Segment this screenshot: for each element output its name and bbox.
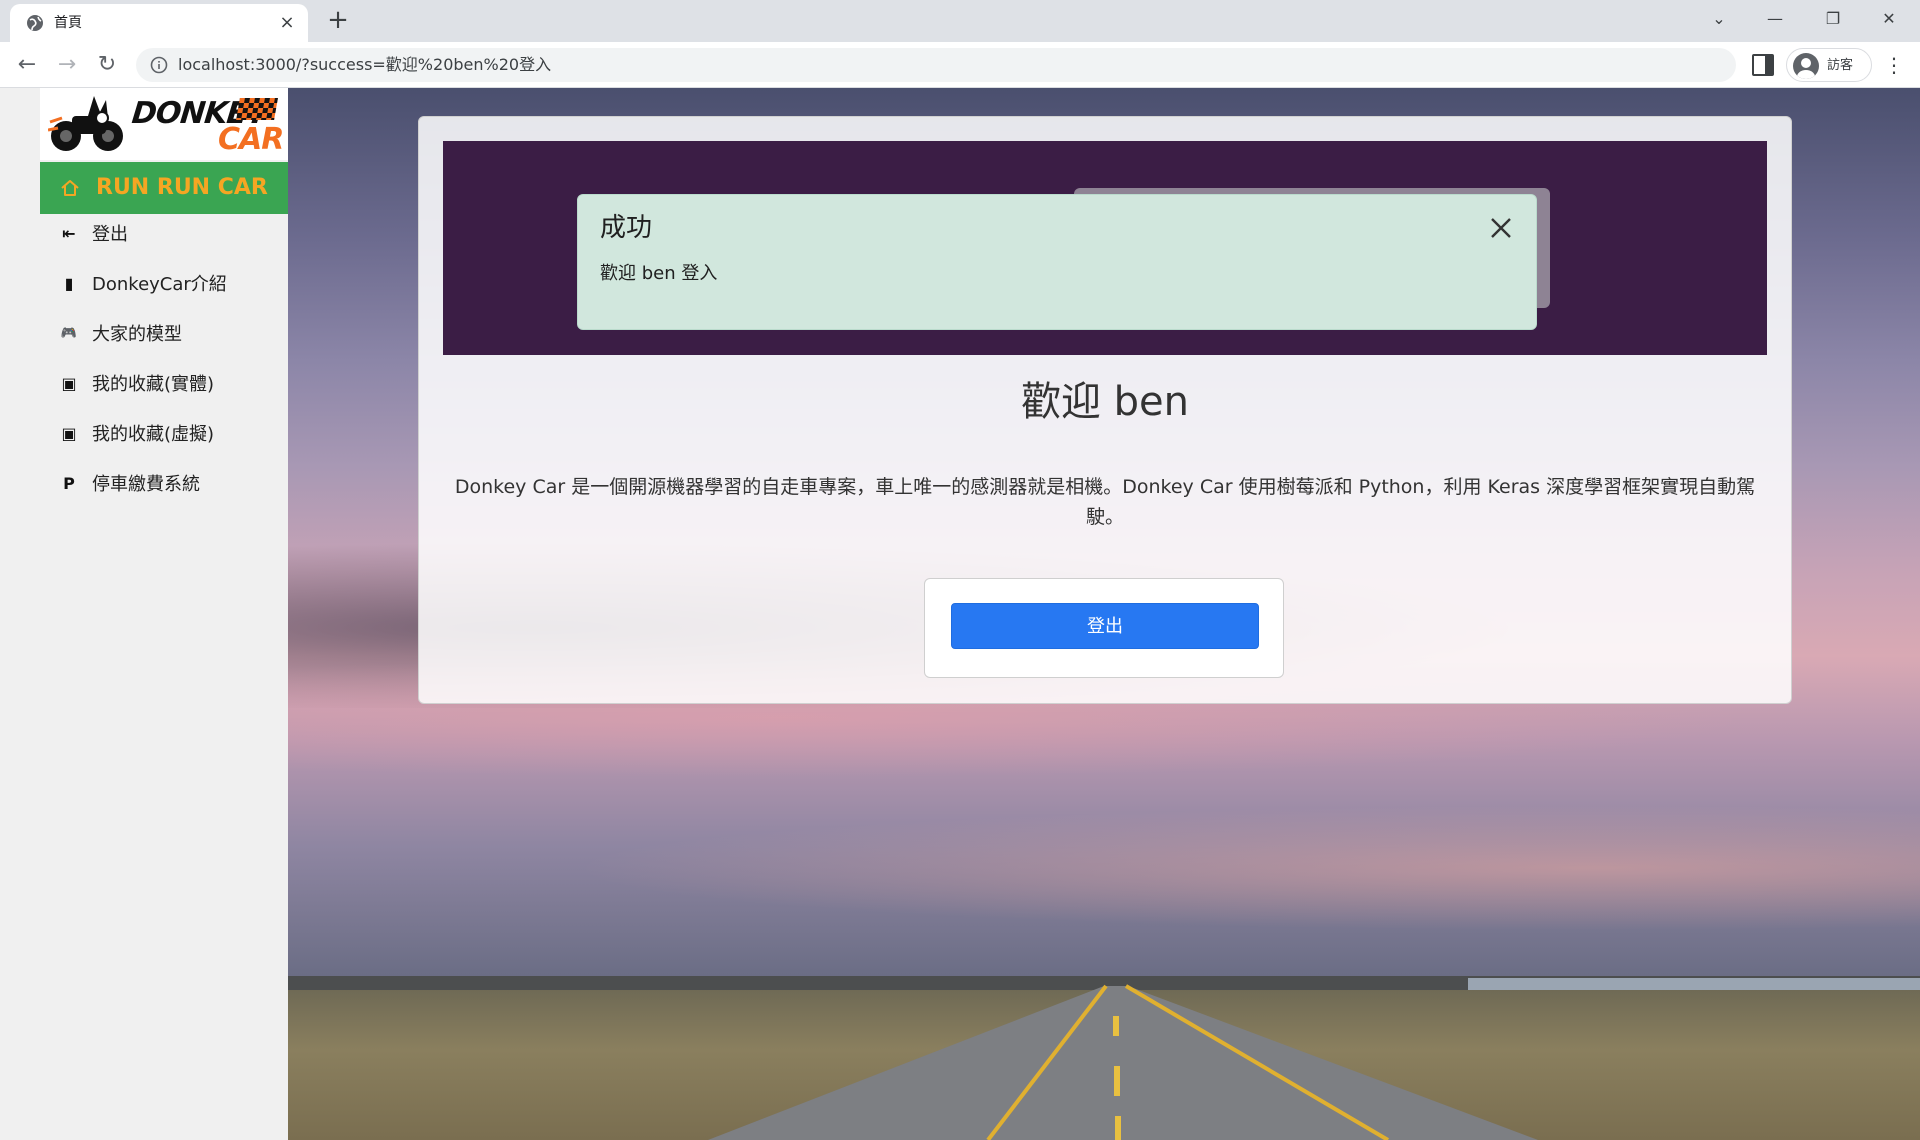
forward-button[interactable]: → <box>52 50 82 80</box>
sidebar-item-label: 我的收藏(虛擬) <box>92 424 215 445</box>
sidebar-item-label: 停車繳費系統 <box>92 474 200 495</box>
profile-label: 訪客 <box>1827 58 1854 73</box>
sign-out-icon: ⇤ <box>62 224 76 243</box>
gamepad-icon: 🎮 <box>60 326 78 341</box>
profile-button[interactable]: 訪客 <box>1786 48 1872 82</box>
sidebar-item-models[interactable]: 🎮 大家的模型 <box>40 314 288 354</box>
page: DONKEY CAR RUN RUN CAR ⇤ 登出 ▮ DonkeyCar介… <box>0 88 1920 1140</box>
logout-card: 登出 <box>924 578 1284 678</box>
success-alert: 成功 歡迎 ben 登入 <box>577 194 1537 330</box>
sidebar-nav: DONKEY CAR RUN RUN CAR ⇤ 登出 ▮ DonkeyCar介… <box>40 88 288 1140</box>
road <box>708 984 1538 1140</box>
alert-title: 成功 <box>600 213 653 243</box>
sidebar-item-parking[interactable]: P 停車繳費系統 <box>40 464 288 504</box>
sidebar-item-label: 登出 <box>92 224 128 245</box>
intro-text: Donkey Car 是一個開源機器學習的自走車專案，車上唯一的感測器就是相機。… <box>454 476 1756 528</box>
back-button[interactable]: ← <box>12 50 42 80</box>
sidebar-item-logout[interactable]: ⇤ 登出 <box>40 214 288 254</box>
browser-menu-icon[interactable]: ⋮ <box>1882 50 1906 80</box>
sidebar-item-favorites-physical[interactable]: ▣ 我的收藏(實體) <box>40 364 288 404</box>
bag-icon: ▣ <box>61 374 77 393</box>
sidebar: DONKEY CAR RUN RUN CAR ⇤ 登出 ▮ DonkeyCar介… <box>0 88 288 1140</box>
browser-tab-strip: 首頁 × + ⌄ — ❐ ✕ <box>0 0 1920 42</box>
donkey-car-logo-icon <box>48 96 123 151</box>
url-text[interactable]: localhost:3000/?success=歡迎%20ben%20登入 <box>178 56 551 74</box>
side-panel-icon[interactable] <box>1752 54 1774 76</box>
sidebar-item-intro[interactable]: ▮ DonkeyCar介紹 <box>40 264 288 304</box>
sidebar-item-home[interactable]: RUN RUN CAR <box>40 162 288 214</box>
close-window-button[interactable]: ✕ <box>1866 4 1912 34</box>
sidebar-item-favorites-virtual[interactable]: ▣ 我的收藏(虛擬) <box>40 414 288 454</box>
address-bar[interactable]: localhost:3000/?success=歡迎%20ben%20登入 <box>136 48 1736 82</box>
globe-icon <box>27 15 43 31</box>
sidebar-item-label: 我的收藏(實體) <box>92 374 215 395</box>
alert-message: 歡迎 ben 登入 <box>600 263 718 284</box>
checkered-flag-icon <box>236 98 278 120</box>
bag-icon: ▣ <box>61 424 77 443</box>
restore-button[interactable]: ❐ <box>1810 4 1856 34</box>
parking-icon: P <box>63 474 75 493</box>
page-title: 歡迎 ben <box>1020 379 1190 425</box>
minimize-button[interactable]: — <box>1752 4 1798 34</box>
avatar <box>1793 53 1819 79</box>
logo-word-car: CAR <box>218 122 284 157</box>
logout-button[interactable]: 登出 <box>951 603 1259 649</box>
browser-toolbar: ← → ↻ localhost:3000/?success=歡迎%20ben%2… <box>0 42 1920 88</box>
tab-close-icon[interactable]: × <box>276 12 298 34</box>
new-tab-button[interactable]: + <box>324 6 352 34</box>
tab-title: 首頁 <box>54 15 82 31</box>
document-icon: ▮ <box>64 274 74 293</box>
pink-cloud <box>288 788 1920 948</box>
info-icon[interactable] <box>150 56 168 74</box>
browser-tab[interactable]: 首頁 × <box>10 4 308 42</box>
home-icon <box>61 180 79 196</box>
tab-search-icon[interactable]: ⌄ <box>1696 4 1742 34</box>
sidebar-home-label: RUN RUN CAR <box>96 175 268 200</box>
reload-button[interactable]: ↻ <box>92 50 122 80</box>
sidebar-item-label: 大家的模型 <box>92 324 182 345</box>
close-icon[interactable] <box>1488 215 1514 241</box>
sidebar-item-label: DonkeyCar介紹 <box>92 274 227 295</box>
donkey-car-logo[interactable]: DONKEY CAR <box>40 88 288 160</box>
